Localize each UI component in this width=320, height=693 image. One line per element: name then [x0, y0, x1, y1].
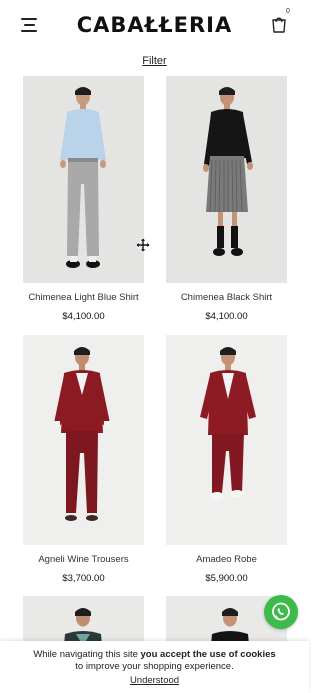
- product-price: $5,900.00: [205, 573, 248, 584]
- product-name[interactable]: Chimenea Black Shirt: [166, 292, 287, 303]
- cookie-text: While navigating this site you accept th…: [0, 641, 309, 660]
- brand-logo[interactable]: CABAŁŁERIA: [0, 13, 309, 37]
- product-image[interactable]: [166, 76, 287, 283]
- whatsapp-icon: [272, 602, 290, 621]
- product-card[interactable]: Amadeo Robe $5,900.00: [166, 335, 287, 584]
- product-price: $4,100.00: [205, 311, 248, 322]
- move-cursor-icon: [136, 238, 150, 252]
- product-image[interactable]: [23, 76, 144, 283]
- cart-count-badge: 0: [286, 8, 290, 15]
- product-price: $3,700.00: [62, 573, 105, 584]
- product-card[interactable]: Agneli Wine Trousers $3,700.00: [23, 335, 144, 584]
- product-card[interactable]: Chimenea Light Blue Shirt $4,100.00: [23, 76, 144, 322]
- cookie-text-line2: to improve your shopping experience.: [75, 661, 234, 672]
- model-black-shirt: [203, 87, 253, 256]
- product-image[interactable]: [166, 335, 287, 545]
- product-image[interactable]: [23, 335, 144, 545]
- product-card[interactable]: Chimenea Black Shirt $4,100.00: [166, 76, 287, 322]
- model-amadeo-robe: [200, 347, 256, 500]
- product-name[interactable]: Amadeo Robe: [166, 554, 287, 565]
- shopping-bag-icon[interactable]: [270, 14, 288, 34]
- model-wine-trousers: [54, 347, 110, 521]
- model-light-blue-shirt: [60, 87, 106, 268]
- product-name[interactable]: Chimenea Light Blue Shirt: [23, 292, 144, 303]
- cookie-text-intro: While navigating this site: [33, 649, 141, 660]
- site-header: CABAŁŁERIA 0: [0, 0, 309, 50]
- product-name[interactable]: Agneli Wine Trousers: [23, 554, 144, 565]
- cookie-accept-button[interactable]: Understood: [130, 675, 179, 686]
- cookie-banner: While navigating this site you accept th…: [0, 641, 309, 693]
- cookie-text-emphasis: you accept the use of cookies: [140, 649, 276, 660]
- whatsapp-chat-button[interactable]: [264, 595, 298, 629]
- filter-link[interactable]: Filter: [0, 55, 309, 67]
- product-price: $4,100.00: [62, 311, 105, 322]
